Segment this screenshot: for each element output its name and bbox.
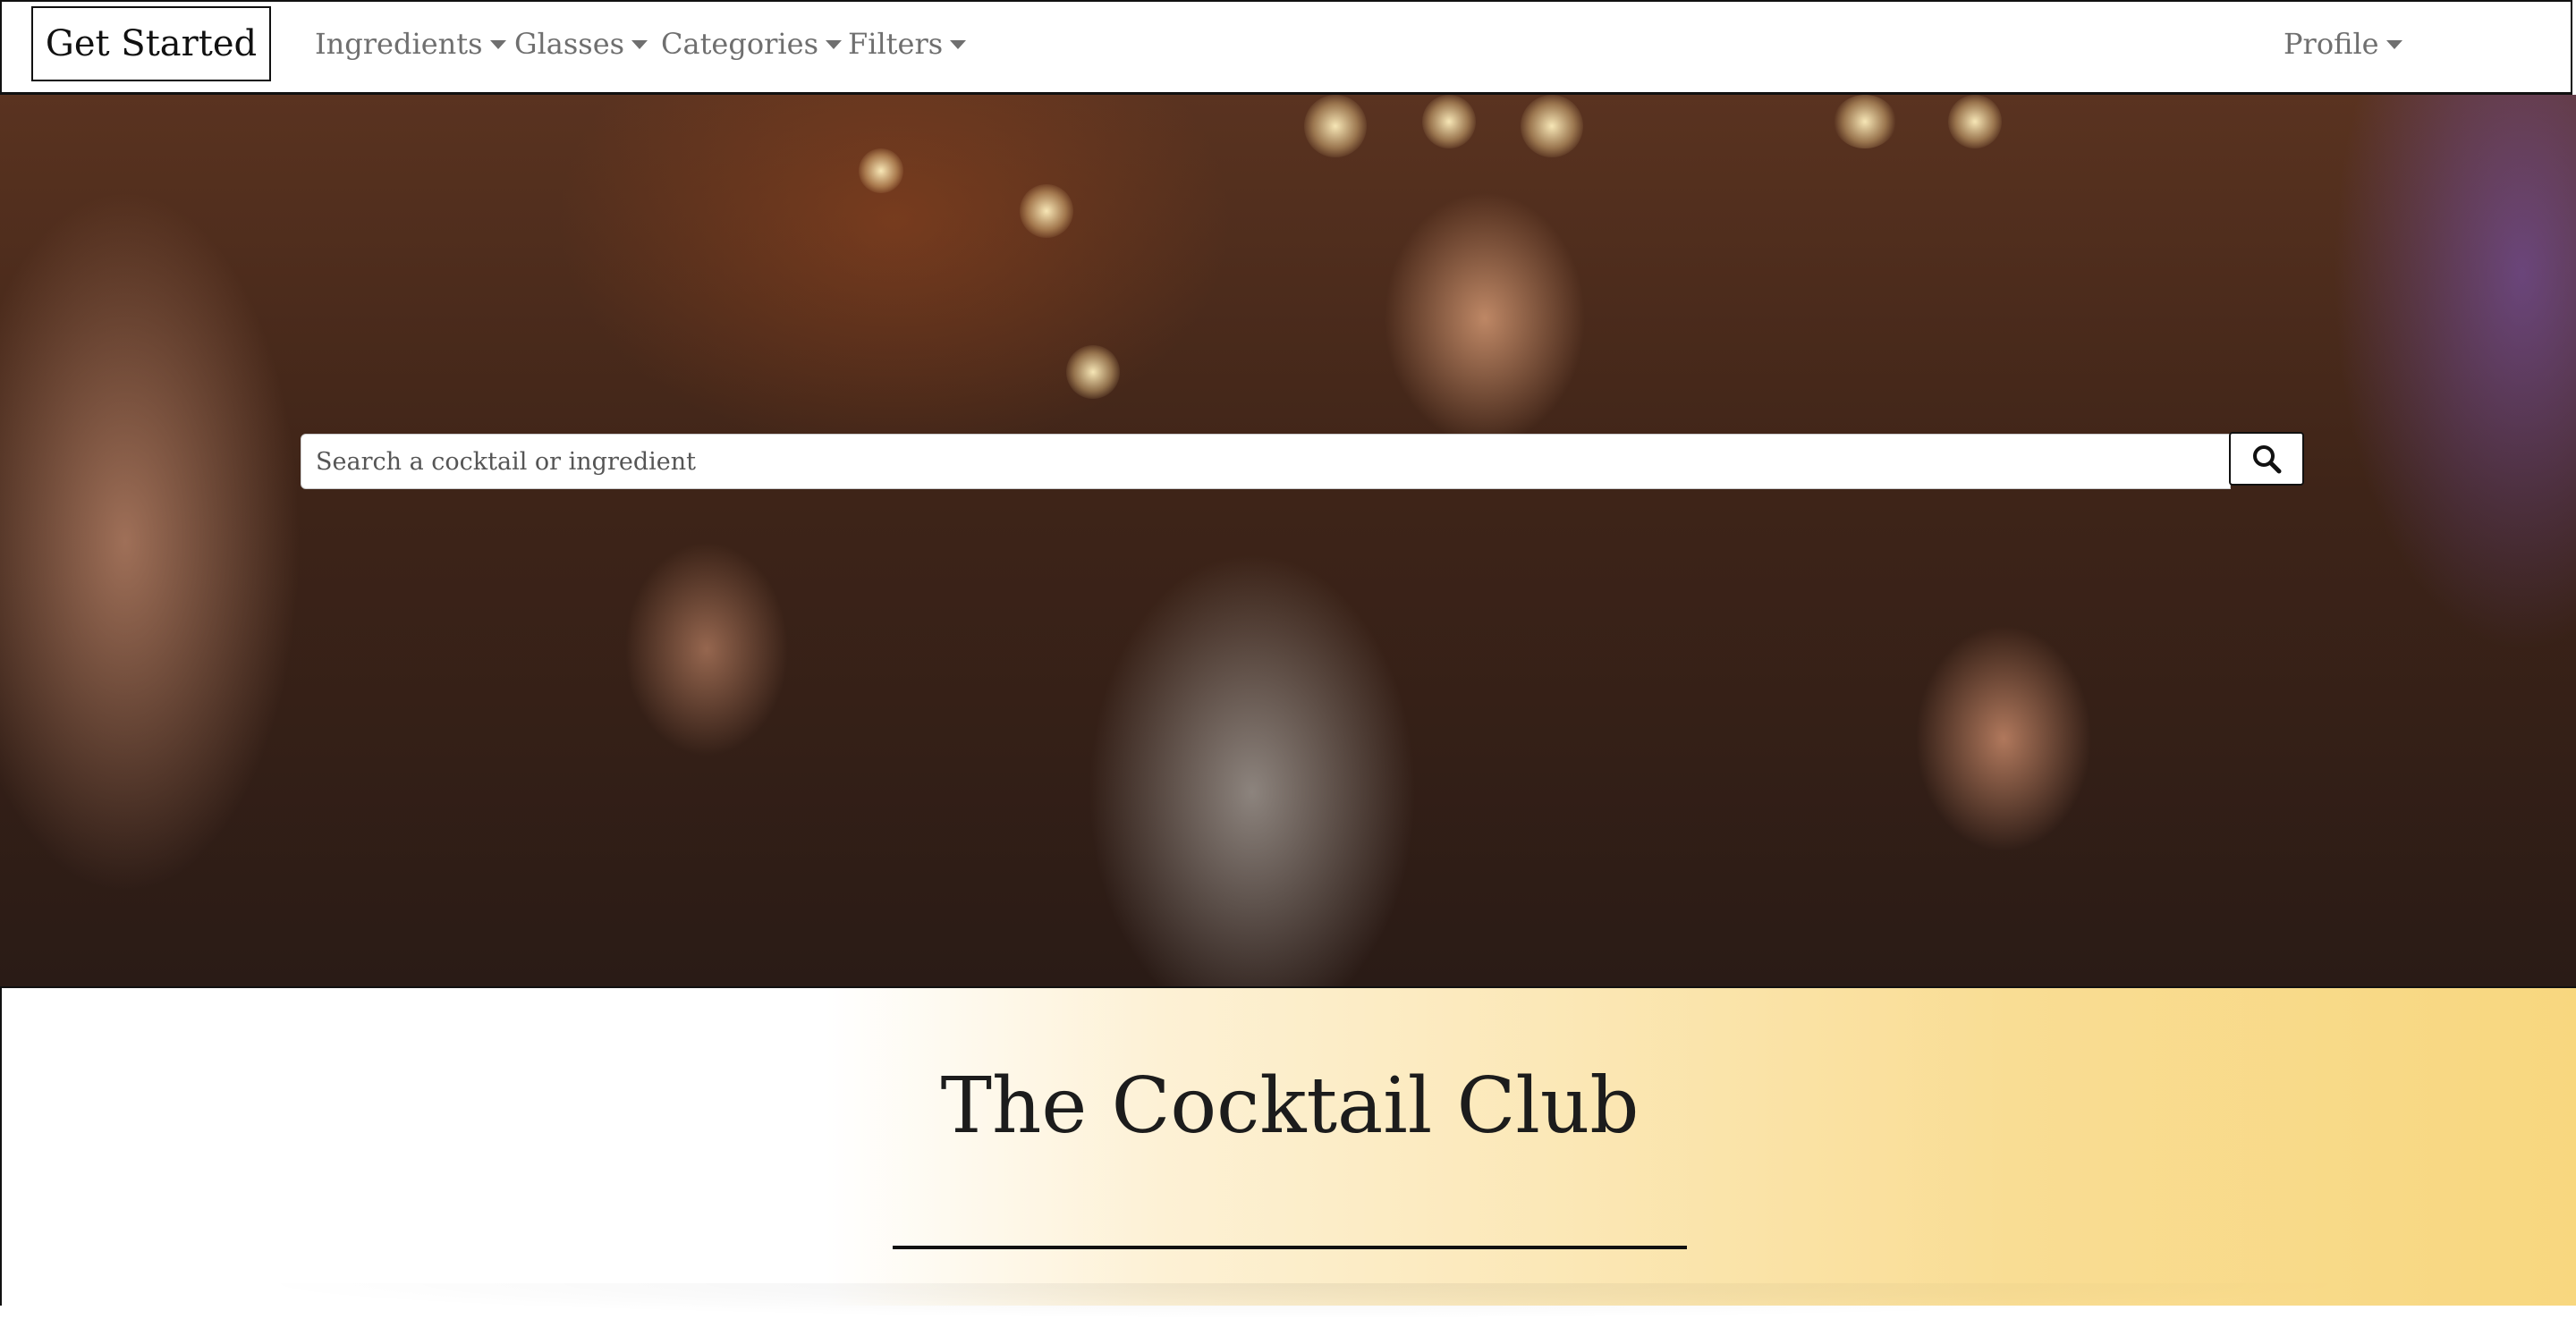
page-title: The Cocktail Club <box>940 1061 1640 1151</box>
bokeh-light <box>1521 95 1583 157</box>
bokeh-light <box>1422 95 1476 148</box>
caret-down-icon <box>950 40 967 49</box>
caret-down-icon <box>2385 40 2402 49</box>
bokeh-light <box>1948 95 2002 148</box>
top-navbar: Get Started Ingredients Glasses Categori… <box>0 0 2572 95</box>
bokeh-light <box>1066 345 1120 399</box>
profile-dropdown-label: Profile <box>2284 27 2379 61</box>
categories-dropdown-label: Categories <box>661 27 818 61</box>
search-icon <box>2253 445 2282 474</box>
profile-dropdown[interactable]: Profile <box>2284 21 2402 66</box>
categories-dropdown[interactable]: Categories <box>661 21 842 66</box>
caret-down-icon <box>826 40 842 49</box>
bokeh-light <box>1834 95 1896 148</box>
bokeh-light <box>1020 184 1073 238</box>
caret-down-icon <box>631 40 648 49</box>
hero-banner-image <box>0 95 2576 988</box>
section-shadow <box>234 1283 2381 1319</box>
glasses-dropdown[interactable]: Glasses <box>514 21 648 66</box>
search-input[interactable] <box>301 434 2231 489</box>
bokeh-light <box>1304 95 1367 157</box>
title-divider <box>893 1246 1687 1249</box>
title-section: The Cocktail Club <box>0 988 2576 1319</box>
search-button[interactable] <box>2229 432 2304 486</box>
search-bar <box>301 432 2304 491</box>
caret-down-icon <box>489 40 506 49</box>
get-started-button[interactable]: Get Started <box>31 6 271 81</box>
filters-dropdown-label: Filters <box>848 27 944 61</box>
ingredients-dropdown-label: Ingredients <box>315 27 483 61</box>
filters-dropdown[interactable]: Filters <box>848 21 967 66</box>
ingredients-dropdown[interactable]: Ingredients <box>315 21 506 66</box>
bokeh-light <box>859 148 903 193</box>
glasses-dropdown-label: Glasses <box>514 27 625 61</box>
